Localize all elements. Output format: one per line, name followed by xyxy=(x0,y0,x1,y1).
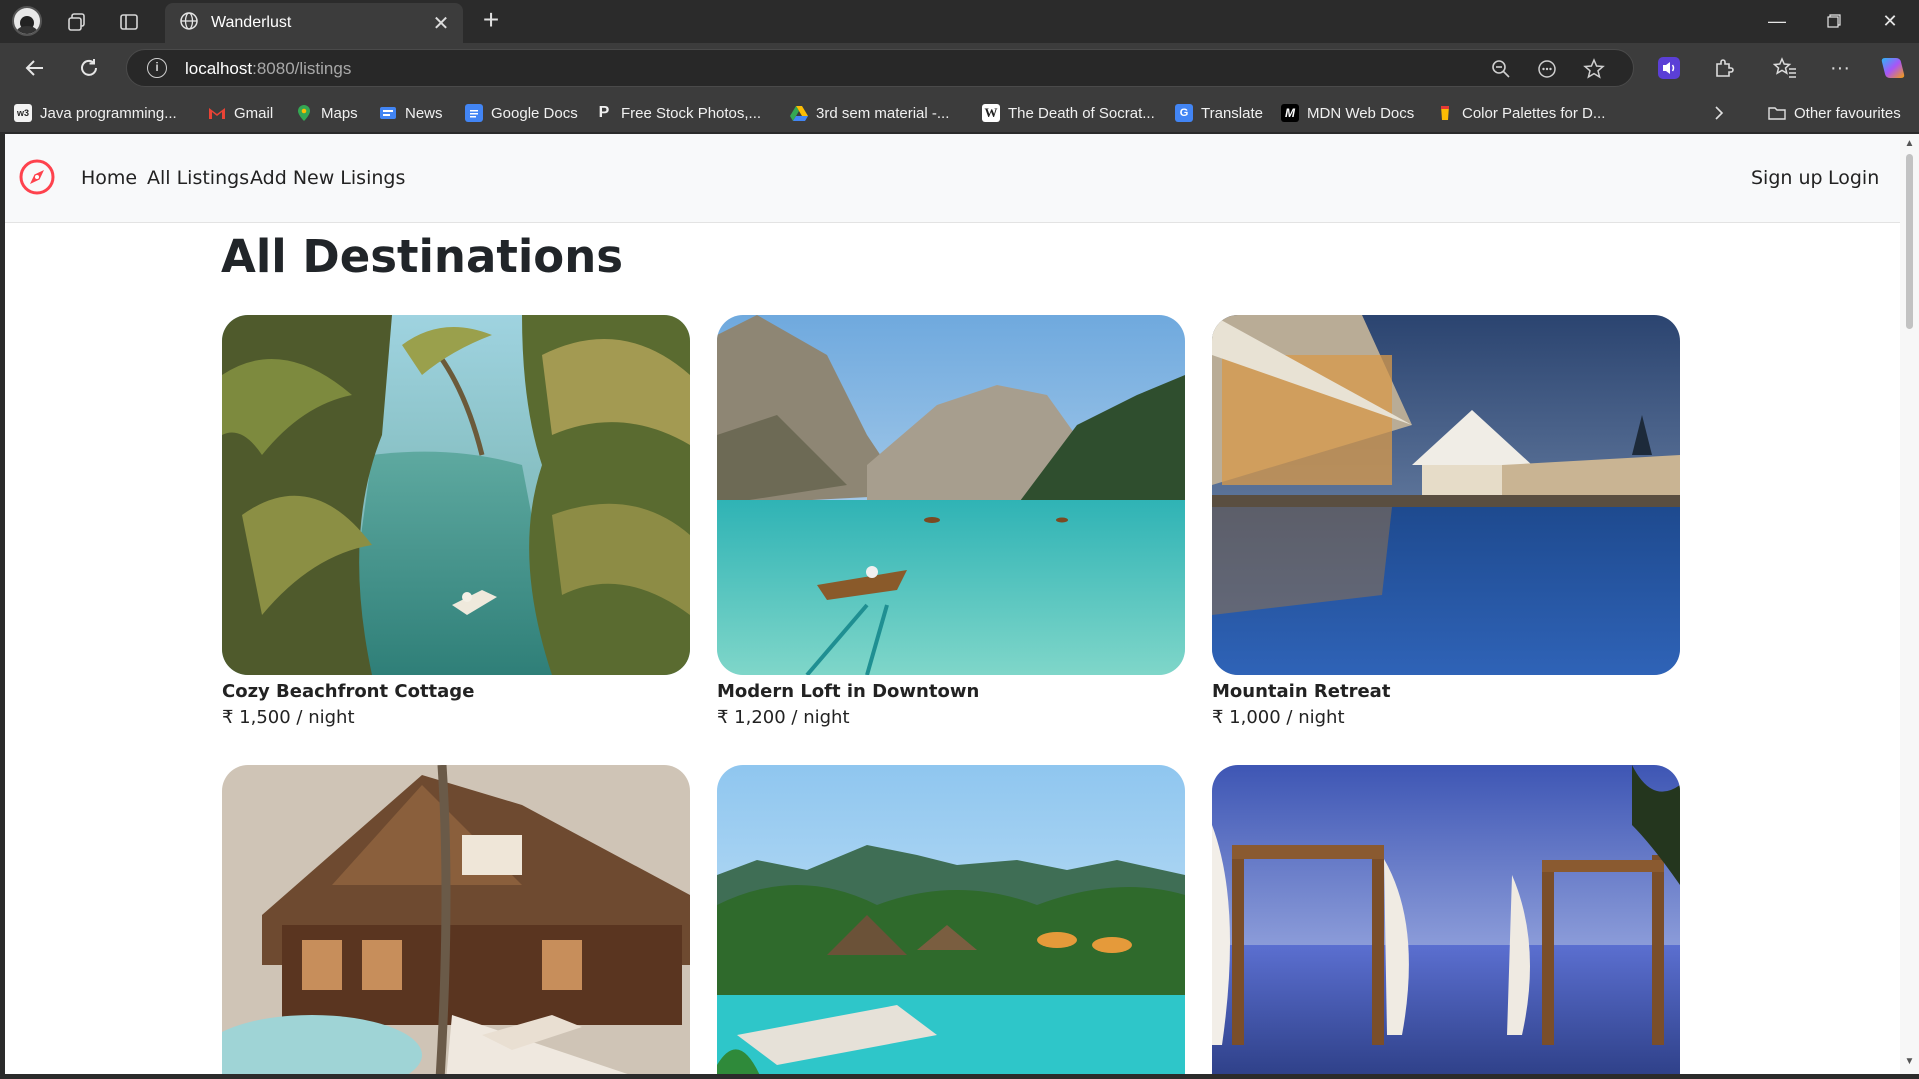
vertical-tabs-icon[interactable] xyxy=(115,8,143,36)
listing-image-tropical-river[interactable] xyxy=(222,315,690,675)
listing-card[interactable]: Modern Loft in Downtown ₹ 1,200 / night xyxy=(717,315,1185,728)
more-menu-icon[interactable]: ··· xyxy=(1825,53,1855,83)
translate-icon: G xyxy=(1175,104,1193,122)
bookmark-docs[interactable]: Google Docs xyxy=(465,102,578,124)
bookmarks-bar: w3 Java programming... Gmail Maps News G… xyxy=(0,93,1919,133)
bookmark-gmail[interactable]: Gmail xyxy=(208,102,273,124)
site-navbar: Home All Listings Add New Lisings Sign u… xyxy=(5,134,1900,223)
tab-title: Wanderlust xyxy=(211,14,292,31)
page-viewport: Home All Listings Add New Lisings Sign u… xyxy=(5,134,1900,1074)
reading-mode-icon[interactable] xyxy=(1535,57,1559,81)
bookmark-label: Maps xyxy=(321,104,358,122)
listing-price: ₹ 1,500 / night xyxy=(222,707,355,728)
back-button[interactable] xyxy=(20,53,50,83)
browser-toolbar: i localhost:8080/listings ··· xyxy=(0,43,1919,93)
bookmark-label: Gmail xyxy=(234,104,274,122)
compass-icon[interactable] xyxy=(18,158,56,196)
scrollbar-thumb[interactable] xyxy=(1906,154,1913,329)
bookmark-label: 3rd sem material -... xyxy=(816,104,950,122)
listing-title: Modern Loft in Downtown xyxy=(717,681,980,702)
site-info-icon[interactable]: i xyxy=(147,58,167,78)
wikipedia-icon: W xyxy=(982,104,1000,122)
other-favourites[interactable]: Other favourites xyxy=(1768,102,1901,124)
bookmarks-overflow-chevron-icon[interactable] xyxy=(1713,102,1725,124)
bookmark-java[interactable]: w3 Java programming... xyxy=(14,102,177,124)
tab-strip: Wanderlust ✕ + — ✕ xyxy=(0,0,1919,43)
listing-card[interactable] xyxy=(222,765,690,1074)
listing-image-wooden-lodge[interactable] xyxy=(222,765,690,1074)
scroll-up-arrow-icon[interactable]: ▲ xyxy=(1904,138,1915,149)
workspaces-icon[interactable] xyxy=(63,8,91,36)
favourites-icon[interactable] xyxy=(1770,53,1800,83)
news-icon xyxy=(379,104,397,122)
active-tab[interactable]: Wanderlust ✕ xyxy=(165,3,463,43)
scroll-down-arrow-icon[interactable]: ▼ xyxy=(1904,1056,1915,1067)
favourite-star-icon[interactable] xyxy=(1582,57,1606,81)
listing-price: ₹ 1,000 / night xyxy=(1212,707,1345,728)
bookmark-label: Color Palettes for D... xyxy=(1462,104,1606,122)
bookmark-translate[interactable]: G Translate xyxy=(1175,102,1263,124)
copilot-icon[interactable] xyxy=(1878,53,1908,83)
nav-add-new-listing-link[interactable]: Add New Lisings xyxy=(250,167,405,189)
bookmark-coolors[interactable]: Color Palettes for D... xyxy=(1436,102,1605,124)
maps-icon xyxy=(295,104,313,122)
listing-card[interactable] xyxy=(1212,765,1680,1074)
zoom-icon[interactable] xyxy=(1489,57,1513,81)
listing-title: Cozy Beachfront Cottage xyxy=(222,681,475,702)
bookmark-label: MDN Web Docs xyxy=(1307,104,1415,122)
refresh-button[interactable] xyxy=(74,53,104,83)
bookmark-drive[interactable]: 3rd sem material -... xyxy=(790,102,949,124)
bookmark-label: Translate xyxy=(1201,104,1263,122)
folder-icon xyxy=(1768,104,1786,122)
read-aloud-extension-icon[interactable] xyxy=(1654,53,1684,83)
window-bottom-edge xyxy=(0,1074,1919,1079)
bookmark-label: News xyxy=(405,104,443,122)
drive-icon xyxy=(790,104,808,122)
docs-icon xyxy=(465,104,483,122)
listing-image-alpine-lake[interactable] xyxy=(717,315,1185,675)
w3schools-icon: w3 xyxy=(14,104,32,122)
listing-image-cabana-pool[interactable] xyxy=(1212,765,1680,1074)
minimize-button[interactable]: — xyxy=(1757,6,1797,36)
listing-price: ₹ 1,200 / night xyxy=(717,707,850,728)
listing-image-resort-pool[interactable] xyxy=(1212,315,1680,675)
bookmark-label: Google Docs xyxy=(491,104,578,122)
url-text[interactable]: localhost:8080/listings xyxy=(185,59,351,79)
mdn-icon: M xyxy=(1281,104,1299,122)
bookmark-label: Free Stock Photos,... xyxy=(621,104,762,122)
globe-icon xyxy=(179,11,199,36)
nav-signup-link[interactable]: Sign up xyxy=(1751,167,1823,189)
other-favourites-label: Other favourites xyxy=(1794,104,1901,122)
bookmark-pexels[interactable]: P Free Stock Photos,... xyxy=(595,102,761,124)
coolors-icon xyxy=(1436,104,1454,122)
listing-image-tropical-resort[interactable] xyxy=(717,765,1185,1074)
bookmark-news[interactable]: News xyxy=(379,102,443,124)
listing-card[interactable] xyxy=(717,765,1185,1074)
nav-login-link[interactable]: Login xyxy=(1828,167,1879,189)
nav-all-listings-link[interactable]: All Listings xyxy=(147,167,249,189)
new-tab-button[interactable]: + xyxy=(476,6,506,36)
listing-card[interactable]: Cozy Beachfront Cottage ₹ 1,500 / night xyxy=(222,315,690,728)
gmail-icon xyxy=(208,104,226,122)
restore-button[interactable] xyxy=(1814,6,1854,36)
address-bar[interactable]: i localhost:8080/listings xyxy=(126,49,1634,87)
extensions-icon[interactable] xyxy=(1709,53,1739,83)
profile-avatar[interactable] xyxy=(12,6,42,36)
page-title: All Destinations xyxy=(221,230,624,283)
listing-card[interactable]: Mountain Retreat ₹ 1,000 / night xyxy=(1212,315,1680,728)
page-scrollbar[interactable]: ▲ ▼ xyxy=(1900,134,1919,1074)
close-window-button[interactable]: ✕ xyxy=(1870,6,1910,36)
nav-home-link[interactable]: Home xyxy=(81,167,137,189)
pexels-icon: P xyxy=(598,104,610,121)
close-tab-icon[interactable]: ✕ xyxy=(429,11,453,35)
bookmark-maps[interactable]: Maps xyxy=(295,102,358,124)
bookmark-label: Java programming... xyxy=(40,104,177,122)
bookmark-wikipedia[interactable]: W The Death of Socrat... xyxy=(982,102,1155,124)
listing-title: Mountain Retreat xyxy=(1212,681,1391,702)
bookmark-label: The Death of Socrat... xyxy=(1008,104,1155,122)
bookmark-mdn[interactable]: M MDN Web Docs xyxy=(1281,102,1414,124)
